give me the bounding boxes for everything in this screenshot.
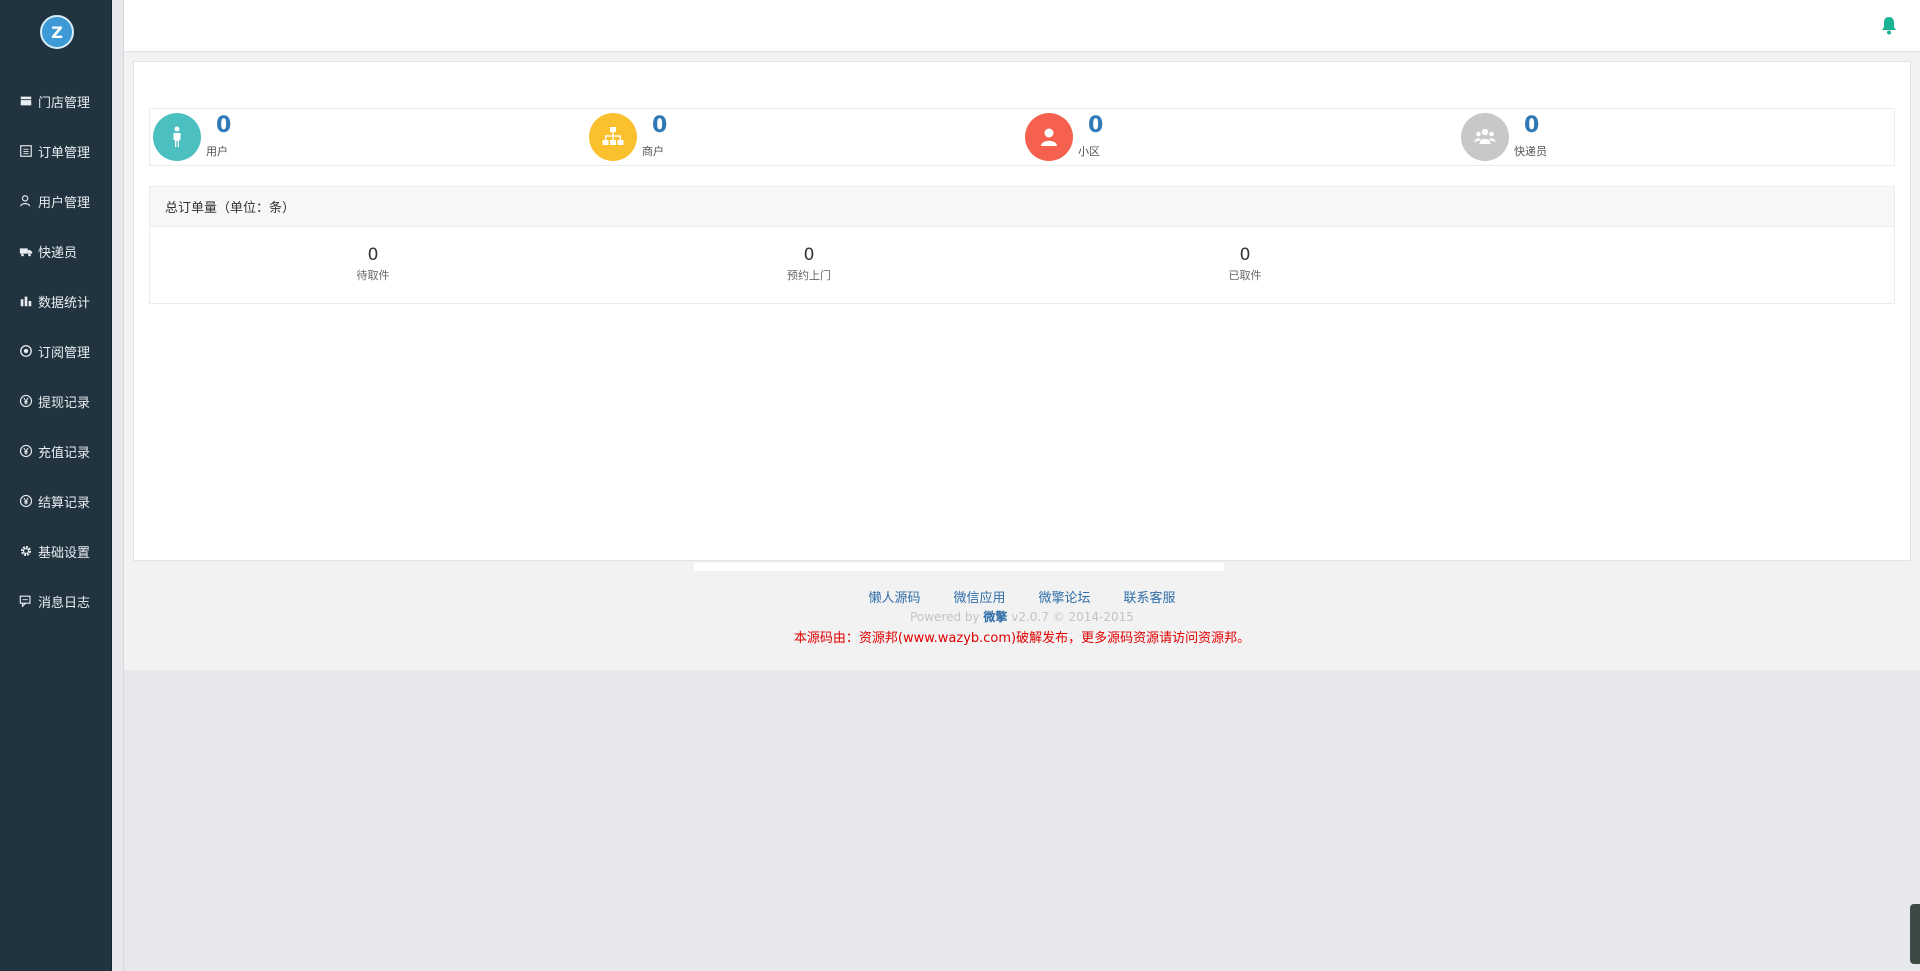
order-picked-up: 0 已取件 — [1175, 245, 1315, 283]
yen-icon — [18, 393, 34, 409]
sidebar-item-settings[interactable]: 基础设置 — [0, 526, 112, 576]
sidebar-item-label: 订单管理 — [38, 145, 91, 161]
sidebar-item-recharges[interactable]: 充值记录 — [0, 426, 112, 476]
sidebar-item-couriers[interactable]: 快递员 — [0, 226, 112, 276]
footer-link-wechat-apps[interactable]: 微信应用 — [953, 587, 1005, 606]
sidebar-item-label: 充值记录 — [38, 445, 91, 461]
powered-by: Powered by 微擎 v2.0.7 © 2014-2015 — [124, 608, 1920, 625]
stat-label: 快递员 — [1514, 145, 1547, 158]
store-icon — [18, 93, 34, 109]
stat-label: 小区 — [1078, 145, 1100, 158]
order-pending-pickup: 0 待取件 — [303, 245, 443, 283]
powered-suffix: v2.0.7 © 2014-2015 — [1007, 610, 1134, 624]
order-label: 预约上门 — [787, 269, 831, 282]
message-icon — [18, 593, 34, 609]
gear-icon — [18, 543, 34, 559]
side-widget[interactable] — [1910, 904, 1920, 964]
yen-icon — [18, 443, 34, 459]
order-label: 待取件 — [356, 269, 390, 282]
sidebar-item-settlements[interactable]: 结算记录 — [0, 476, 112, 526]
stat-value: 0 — [216, 113, 232, 138]
top-bar — [124, 0, 1920, 52]
dashboard-panel: 0 用户 0 商户 0 小区 0 快递员 总订单量（单位：条） 0 待取件 0 … — [133, 61, 1911, 561]
stats-row: 0 用户 0 商户 0 小区 0 快递员 — [149, 108, 1895, 166]
yen-icon — [18, 493, 34, 509]
stat-value: 0 — [1524, 113, 1540, 138]
sidebar-item-label: 门店管理 — [38, 95, 91, 111]
order-summary-body: 0 待取件 0 预约上门 0 已取件 — [150, 227, 1894, 303]
user-circle-icon — [1025, 113, 1073, 161]
sidebar-item-withdrawals[interactable]: 提现记录 — [0, 376, 112, 426]
app-logo[interactable]: Z — [40, 15, 74, 49]
list-icon — [18, 143, 34, 159]
sidebar-item-label: 提现记录 — [38, 395, 91, 411]
powered-prefix: Powered by — [910, 610, 984, 624]
footer-link-support[interactable]: 联系客服 — [1124, 587, 1176, 606]
stat-couriers: 0 快递员 — [1458, 109, 1894, 165]
order-count: 0 — [803, 245, 815, 265]
sidebar-item-label: 快递员 — [38, 245, 78, 261]
order-label: 已取件 — [1228, 269, 1262, 282]
sidebar-item-label: 基础设置 — [38, 545, 91, 561]
order-summary: 总订单量（单位：条） 0 待取件 0 预约上门 0 已取件 — [149, 186, 1895, 304]
group-icon — [1461, 113, 1509, 161]
sidebar-item-orders[interactable]: 订单管理 — [0, 126, 112, 176]
logo-text: Z — [51, 22, 63, 42]
person-icon — [153, 113, 201, 161]
stat-value: 0 — [652, 113, 668, 138]
stat-label: 用户 — [206, 145, 228, 158]
sidebar: Z 门店管理 订单管理 用户管理 快递员 数据统计 订阅管理 提现记录 充值记录… — [0, 0, 112, 971]
sidebar-item-users[interactable]: 用户管理 — [0, 176, 112, 226]
sidebar-item-statistics[interactable]: 数据统计 — [0, 276, 112, 326]
footer-links: 懒人源码 微信应用 微擎论坛 联系客服 — [124, 587, 1920, 606]
sidebar-gutter — [112, 0, 124, 971]
bell-icon[interactable] — [1880, 15, 1898, 35]
stat-users: 0 用户 — [150, 109, 586, 165]
sidebar-item-label: 数据统计 — [38, 295, 91, 311]
sidebar-item-label: 订阅管理 — [38, 345, 91, 361]
sidebar-item-message-log[interactable]: 消息日志 — [0, 576, 112, 626]
bar-chart-icon — [18, 293, 34, 309]
sidebar-item-label: 用户管理 — [38, 195, 91, 211]
stat-value: 0 — [1088, 113, 1104, 138]
powered-brand[interactable]: 微擎 — [983, 610, 1007, 624]
footer-tab — [694, 563, 1224, 571]
subscribe-icon — [18, 343, 34, 359]
stat-label: 商户 — [642, 145, 664, 158]
order-scheduled: 0 预约上门 — [739, 245, 879, 283]
truck-icon — [18, 243, 34, 259]
sidebar-nav: 门店管理 订单管理 用户管理 快递员 数据统计 订阅管理 提现记录 充值记录 结… — [0, 76, 112, 626]
order-count: 0 — [1239, 245, 1251, 265]
user-icon — [18, 193, 34, 209]
sidebar-item-label: 结算记录 — [38, 495, 91, 511]
sidebar-item-label: 消息日志 — [38, 595, 91, 611]
footer-link-forum[interactable]: 微擎论坛 — [1039, 587, 1091, 606]
footer-notice: 本源码由：资源邦(www.wazyb.com)破解发布，更多源码资源请访问资源邦… — [793, 631, 1251, 646]
order-count: 0 — [367, 245, 379, 265]
order-summary-title: 总订单量（单位：条） — [150, 187, 1894, 227]
sitemap-icon — [589, 113, 637, 161]
sidebar-item-store[interactable]: 门店管理 — [0, 76, 112, 126]
stat-communities: 0 小区 — [1022, 109, 1458, 165]
sidebar-item-subscriptions[interactable]: 订阅管理 — [0, 326, 112, 376]
footer-link-lazy-source[interactable]: 懒人源码 — [868, 587, 920, 606]
stat-merchants: 0 商户 — [586, 109, 1022, 165]
footer: 懒人源码 微信应用 微擎论坛 联系客服 Powered by 微擎 v2.0.7… — [124, 563, 1920, 670]
